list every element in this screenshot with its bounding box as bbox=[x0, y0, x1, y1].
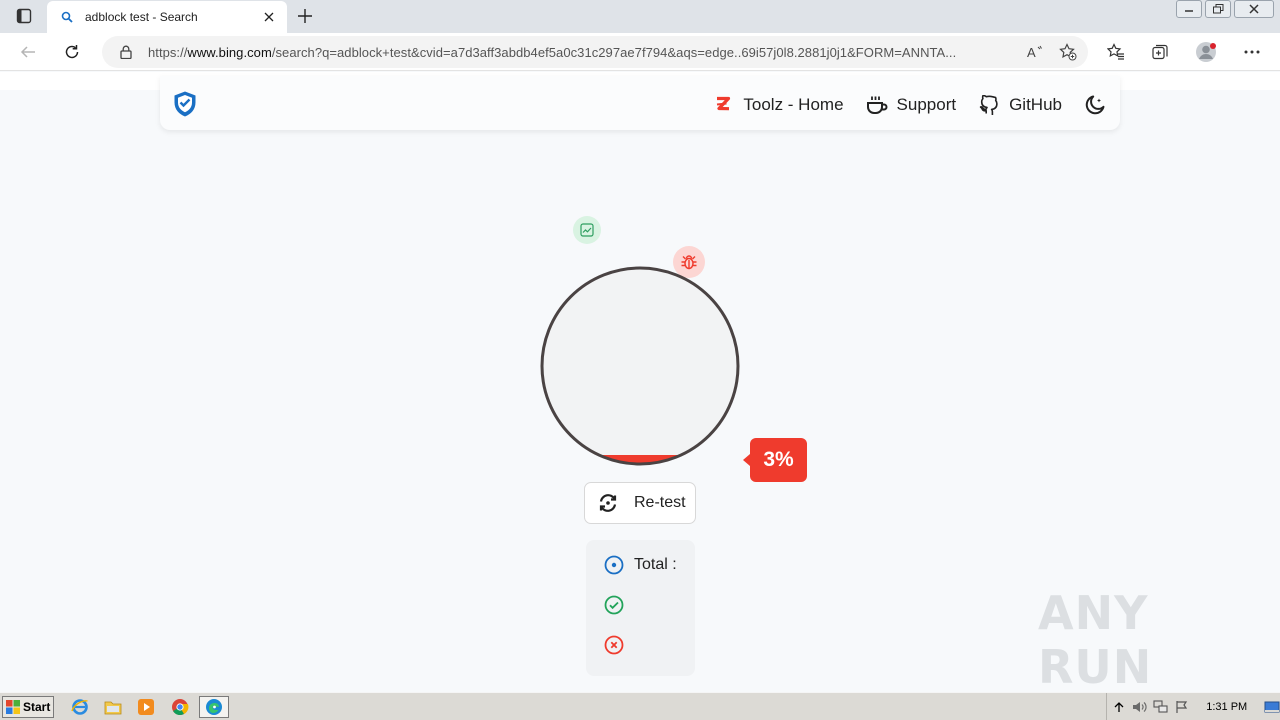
profile-avatar[interactable] bbox=[1191, 37, 1221, 67]
ie-icon[interactable] bbox=[67, 696, 93, 718]
tab-close-icon[interactable] bbox=[257, 5, 281, 29]
percent-badge: 3% bbox=[743, 438, 807, 482]
start-label: Start bbox=[23, 700, 51, 714]
collections-icon[interactable] bbox=[1145, 37, 1175, 67]
taskbar-clock[interactable]: 1:31 PM bbox=[1206, 701, 1247, 713]
media-player-icon[interactable] bbox=[133, 696, 159, 718]
read-aloud-icon[interactable]: A bbox=[1024, 40, 1048, 64]
windows-flag-icon bbox=[6, 700, 20, 714]
stats-panel: Total : bbox=[586, 540, 695, 676]
chrome-icon[interactable] bbox=[167, 696, 193, 718]
windows-taskbar: Start 1:31 PM bbox=[0, 692, 1280, 720]
more-options-icon[interactable] bbox=[1237, 37, 1267, 67]
show-desktop-icon[interactable] bbox=[1263, 698, 1280, 716]
refresh-cycle-icon bbox=[597, 492, 619, 514]
action-center-flag-icon[interactable] bbox=[1173, 698, 1190, 716]
tab-actions-icon[interactable] bbox=[8, 5, 40, 27]
search-favicon-icon bbox=[59, 9, 75, 25]
retest-label: Re-test bbox=[634, 494, 686, 511]
stat-passed bbox=[603, 594, 634, 616]
tray-expand-icon[interactable] bbox=[1111, 698, 1128, 716]
start-button[interactable]: Start bbox=[2, 696, 54, 718]
refresh-icon[interactable] bbox=[57, 37, 87, 67]
lock-icon[interactable] bbox=[118, 44, 134, 60]
chart-line-icon bbox=[573, 216, 601, 244]
tab-title: adblock test - Search bbox=[85, 10, 198, 24]
add-favorite-icon[interactable] bbox=[1056, 40, 1080, 64]
page-content: Toolz - Home Support GitHub 3% Re-test T… bbox=[0, 72, 1280, 692]
browser-tab-bar: adblock test - Search bbox=[0, 0, 1280, 33]
minimize-icon[interactable] bbox=[1176, 0, 1202, 18]
retest-button[interactable]: Re-test bbox=[584, 482, 696, 524]
new-tab-button[interactable] bbox=[292, 4, 318, 28]
network-icon[interactable] bbox=[1153, 698, 1170, 716]
back-arrow-icon[interactable] bbox=[13, 37, 43, 67]
browser-tab[interactable]: adblock test - Search bbox=[47, 1, 287, 33]
volume-icon[interactable] bbox=[1132, 698, 1149, 716]
target-circle-icon bbox=[603, 554, 625, 576]
edge-icon[interactable] bbox=[199, 696, 229, 718]
svg-text:A: A bbox=[1027, 45, 1036, 60]
window-controls bbox=[1173, 0, 1280, 20]
adblock-test-area: 3% Re-test Total : ANY RUN bbox=[0, 72, 1280, 692]
close-window-icon[interactable] bbox=[1234, 0, 1274, 18]
stat-total-label: Total : bbox=[634, 556, 677, 573]
progress-gauge bbox=[540, 266, 740, 466]
restore-icon[interactable] bbox=[1205, 0, 1231, 18]
url-text[interactable]: https://www.bing.com/search?q=adblock+te… bbox=[148, 45, 1016, 60]
folder-icon[interactable] bbox=[100, 696, 126, 718]
anyrun-watermark: ANY RUN bbox=[1038, 586, 1153, 692]
x-circle-icon bbox=[603, 634, 625, 656]
system-tray: 1:31 PM bbox=[1106, 693, 1280, 720]
check-circle-icon bbox=[603, 594, 625, 616]
address-bar[interactable]: https://www.bing.com/search?q=adblock+te… bbox=[102, 36, 1088, 68]
stat-total: Total : bbox=[603, 554, 677, 576]
favorites-icon[interactable] bbox=[1101, 37, 1131, 67]
browser-toolbar: https://www.bing.com/search?q=adblock+te… bbox=[0, 33, 1280, 71]
stat-failed bbox=[603, 634, 634, 656]
